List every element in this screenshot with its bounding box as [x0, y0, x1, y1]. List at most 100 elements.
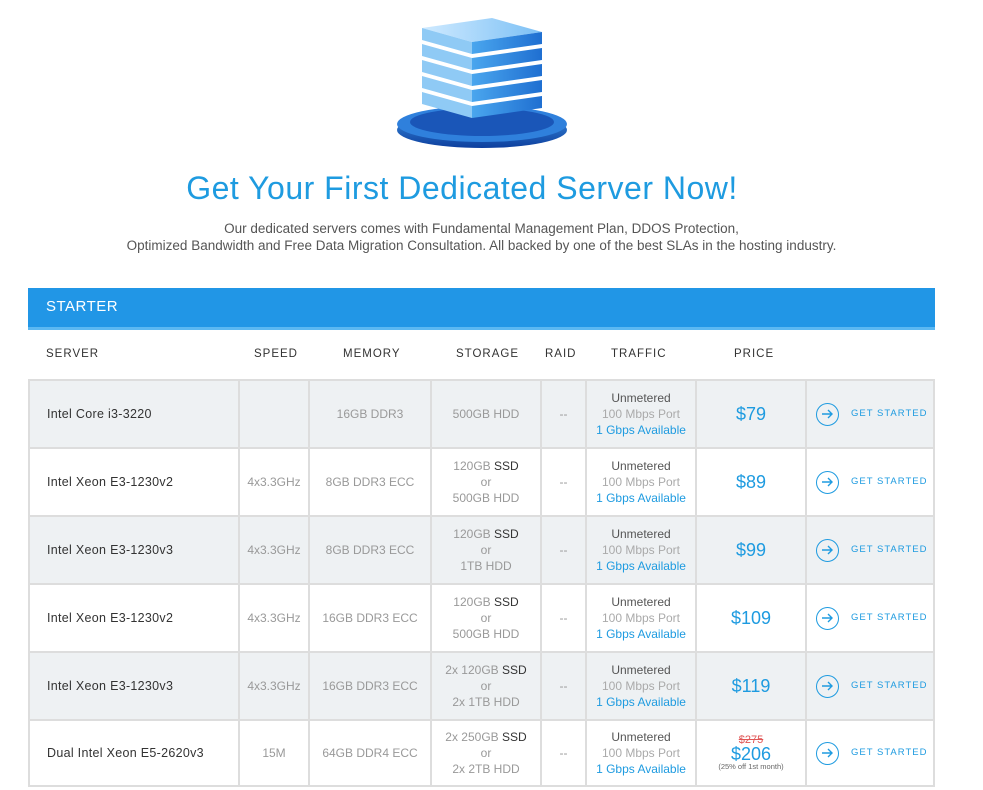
get-started-button[interactable]: GET STARTED: [807, 653, 935, 719]
storage-type: SSD: [494, 459, 519, 473]
subtitle-line-1: Our dedicated servers comes with Fundame…: [224, 221, 739, 236]
server-price-cell: $99: [697, 517, 807, 583]
storage-line: 2x 120GB SSD: [445, 662, 526, 678]
server-raid: --: [542, 721, 587, 785]
traffic-unmetered: Unmetered: [611, 527, 671, 541]
server-price: $109: [730, 608, 772, 628]
table-row: Intel Core i3-3220 16GB DDR3 500GB HDD -…: [28, 379, 935, 447]
server-name: Intel Xeon E3-1230v2: [28, 585, 240, 651]
server-price-cell: $109: [697, 585, 807, 651]
table-row: Intel Xeon E3-1230v3 4x3.3GHz 8GB DDR3 E…: [28, 515, 935, 583]
server-storage: 120GB SSD or 500GB HDD: [432, 585, 542, 651]
storage-line: 2x 1TB HDD: [452, 695, 520, 709]
server-name: Dual Intel Xeon E5-2620v3: [28, 721, 240, 785]
col-header-price: PRICE: [734, 348, 775, 360]
storage-line: 120GB SSD: [453, 594, 518, 610]
server-name: Intel Xeon E3-1230v3: [28, 653, 240, 719]
server-speed: 4x3.3GHz: [240, 585, 310, 651]
traffic-unmetered: Unmetered: [611, 730, 671, 744]
traffic-available: 1 Gbps Available: [596, 695, 686, 709]
server-raid: --: [542, 381, 587, 447]
traffic-port: 100 Mbps Port: [601, 611, 681, 625]
server-price: $89: [735, 472, 767, 492]
storage-line: 120GB SSD: [453, 458, 518, 474]
traffic-port: 100 Mbps Port: [601, 407, 681, 421]
col-header-traffic: TRAFFIC: [611, 348, 667, 360]
server-traffic: Unmetered 100 Mbps Port 1 Gbps Available: [587, 585, 697, 651]
get-started-label[interactable]: GET STARTED: [851, 542, 927, 558]
get-started-label[interactable]: GET STARTED: [851, 610, 927, 626]
traffic-unmetered: Unmetered: [611, 595, 671, 609]
get-started-label[interactable]: GET STARTED: [851, 474, 927, 490]
arrow-right-icon[interactable]: [816, 402, 839, 426]
server-name: Intel Core i3-3220: [28, 381, 240, 447]
server-memory: 16GB DDR3 ECC: [310, 653, 432, 719]
storage-line: 120GB SSD: [453, 526, 518, 542]
storage-line: 500GB HDD: [452, 491, 520, 505]
storage-line: 500GB HDD: [452, 407, 520, 421]
server-memory: 64GB DDR4 ECC: [310, 721, 432, 785]
storage-size: 2x 120GB: [445, 663, 499, 677]
storage-or: or: [480, 543, 492, 557]
traffic-unmetered: Unmetered: [611, 391, 671, 405]
server-speed: 4x3.3GHz: [240, 653, 310, 719]
server-speed: 15M: [240, 721, 310, 785]
arrow-right-icon[interactable]: [816, 606, 839, 630]
storage-size: 120GB: [453, 527, 491, 541]
get-started-label[interactable]: GET STARTED: [851, 678, 927, 694]
arrow-right-icon[interactable]: [816, 674, 839, 698]
plan-header: STARTER: [28, 288, 935, 330]
traffic-available: 1 Gbps Available: [596, 762, 686, 776]
arrow-right-icon[interactable]: [816, 741, 839, 765]
col-header-server: SERVER: [46, 348, 100, 360]
storage-or: or: [480, 746, 492, 760]
storage-or: or: [480, 679, 492, 693]
get-started-button[interactable]: GET STARTED: [807, 517, 935, 583]
server-storage: 500GB HDD: [432, 381, 542, 447]
page-subtitle: Our dedicated servers comes with Fundame…: [0, 220, 963, 254]
traffic-available: 1 Gbps Available: [596, 423, 686, 437]
server-storage: 120GB SSD or 500GB HDD: [432, 449, 542, 515]
column-headers: SERVER SPEED MEMORY STORAGE RAID TRAFFIC…: [28, 340, 935, 370]
server-storage: 2x 120GB SSD or 2x 1TB HDD: [432, 653, 542, 719]
server-raid: --: [542, 585, 587, 651]
arrow-right-icon[interactable]: [816, 538, 839, 562]
storage-size: 2x 250GB: [445, 730, 499, 744]
get-started-label[interactable]: GET STARTED: [851, 406, 927, 422]
server-price: $119: [731, 676, 771, 696]
get-started-button[interactable]: GET STARTED: [807, 449, 935, 515]
traffic-port: 100 Mbps Port: [601, 475, 681, 489]
server-price: $206: [730, 744, 772, 764]
arrow-right-icon[interactable]: [816, 470, 839, 494]
table-row: Intel Xeon E3-1230v3 4x3.3GHz 16GB DDR3 …: [28, 651, 935, 719]
get-started-button[interactable]: GET STARTED: [807, 721, 935, 785]
storage-line: 500GB HDD: [452, 627, 520, 641]
server-speed: 4x3.3GHz: [240, 517, 310, 583]
server-name: Intel Xeon E3-1230v3: [28, 517, 240, 583]
storage-or: or: [480, 475, 492, 489]
table-row: Dual Intel Xeon E5-2620v3 15M 64GB DDR4 …: [28, 719, 935, 787]
page-title: Get Your First Dedicated Server Now!: [186, 170, 738, 206]
server-raid: --: [542, 653, 587, 719]
traffic-port: 100 Mbps Port: [601, 543, 681, 557]
pricing-table: Intel Core i3-3220 16GB DDR3 500GB HDD -…: [28, 379, 935, 787]
server-price-cell: $79: [697, 381, 807, 447]
subtitle-line-2: Optimized Bandwidth and Free Data Migrat…: [126, 238, 837, 253]
storage-type: SSD: [494, 595, 519, 609]
storage-size: 120GB: [453, 459, 491, 473]
get-started-button[interactable]: GET STARTED: [807, 381, 935, 447]
col-header-memory: MEMORY: [343, 348, 401, 360]
server-raid: --: [542, 517, 587, 583]
get-started-label[interactable]: GET STARTED: [851, 745, 927, 761]
server-memory: 8GB DDR3 ECC: [310, 449, 432, 515]
server-stack-icon: [392, 10, 572, 150]
server-memory: 16GB DDR3: [310, 381, 432, 447]
server-price-cell: $89: [697, 449, 807, 515]
table-row: Intel Xeon E3-1230v2 4x3.3GHz 8GB DDR3 E…: [28, 447, 935, 515]
server-traffic: Unmetered 100 Mbps Port 1 Gbps Available: [587, 721, 697, 785]
get-started-button[interactable]: GET STARTED: [807, 585, 935, 651]
server-raid: --: [542, 449, 587, 515]
server-memory: 16GB DDR3 ECC: [310, 585, 432, 651]
traffic-available: 1 Gbps Available: [596, 559, 686, 573]
server-price-cell: $119: [697, 653, 807, 719]
